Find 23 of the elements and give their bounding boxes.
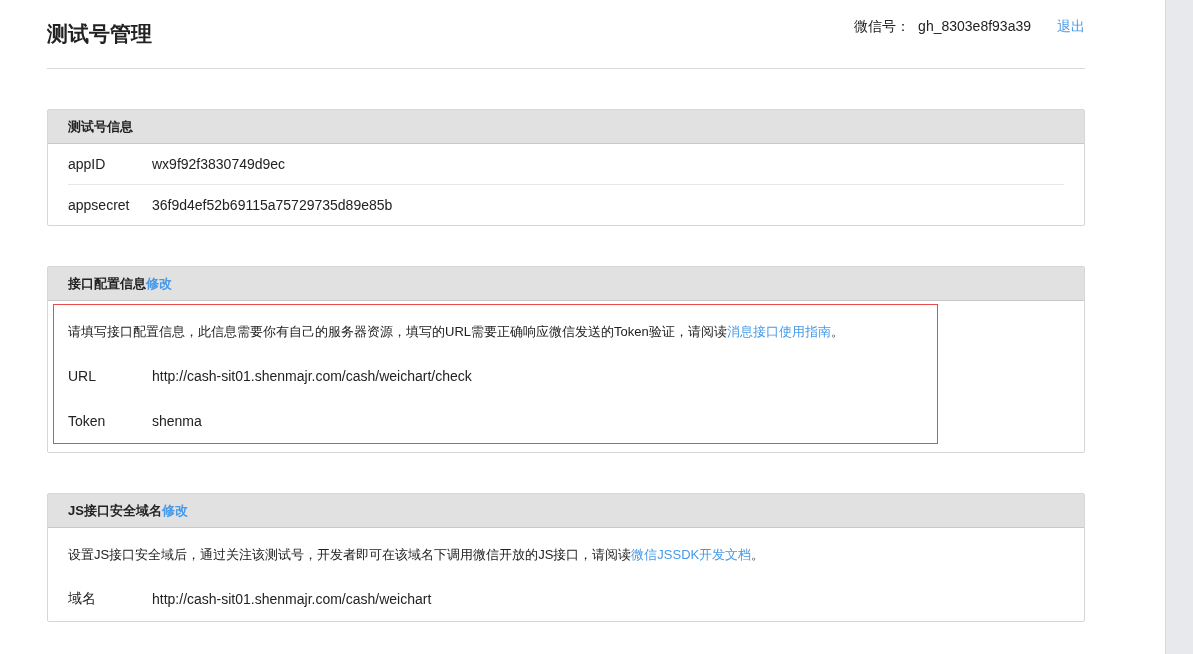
section-title: 测试号信息 [68,117,133,136]
doc-link[interactable]: 消息接口使用指南 [726,324,831,339]
field-value: 36f9d4ef52b69115a75729735d89e85b [152,197,393,213]
doc-link[interactable]: 微信JSSDK开发文档 [631,547,752,562]
field-value: http://cash-sit01.shenmajr.com/cash/weichart [152,590,432,607]
page-title: 测试号管理 [47,21,152,47]
field-label: appsecret [68,197,131,213]
field-label: 域名 [68,589,97,608]
logout-link[interactable]: 退出 [1057,18,1085,36]
description-text: 请填写接口配置信息，此信息需要你有自己的服务器资源，填写的URL需要正确响应微信发送的Token验证，请阅读消息接口使用指南。 [68,323,845,341]
field-label: URL [68,367,97,384]
section-title: JS接口安全域名 [68,501,162,520]
section-title: 接口配置信息 [68,274,146,293]
field-label: appID [68,156,107,172]
field-value: http://cash-sit01.shenmajr.com/cash/weichart/check [152,367,472,384]
field-value: wx9f92f3830749d9ec [152,156,286,172]
account-label: 微信号： [854,18,911,36]
edit-link[interactable]: 修改 [161,501,188,520]
edit-link[interactable]: 修改 [146,274,172,293]
description-text: 设置JS接口安全域后，通过关注该测试号，开发者即可在该域名下调用微信开放的JS接口，请阅读微信JSSDK开发文档。 [68,546,766,564]
field-label: Token [68,412,107,429]
account-id: gh_8303e8f93a39 [918,18,1031,36]
field-value: shenma [152,412,202,429]
